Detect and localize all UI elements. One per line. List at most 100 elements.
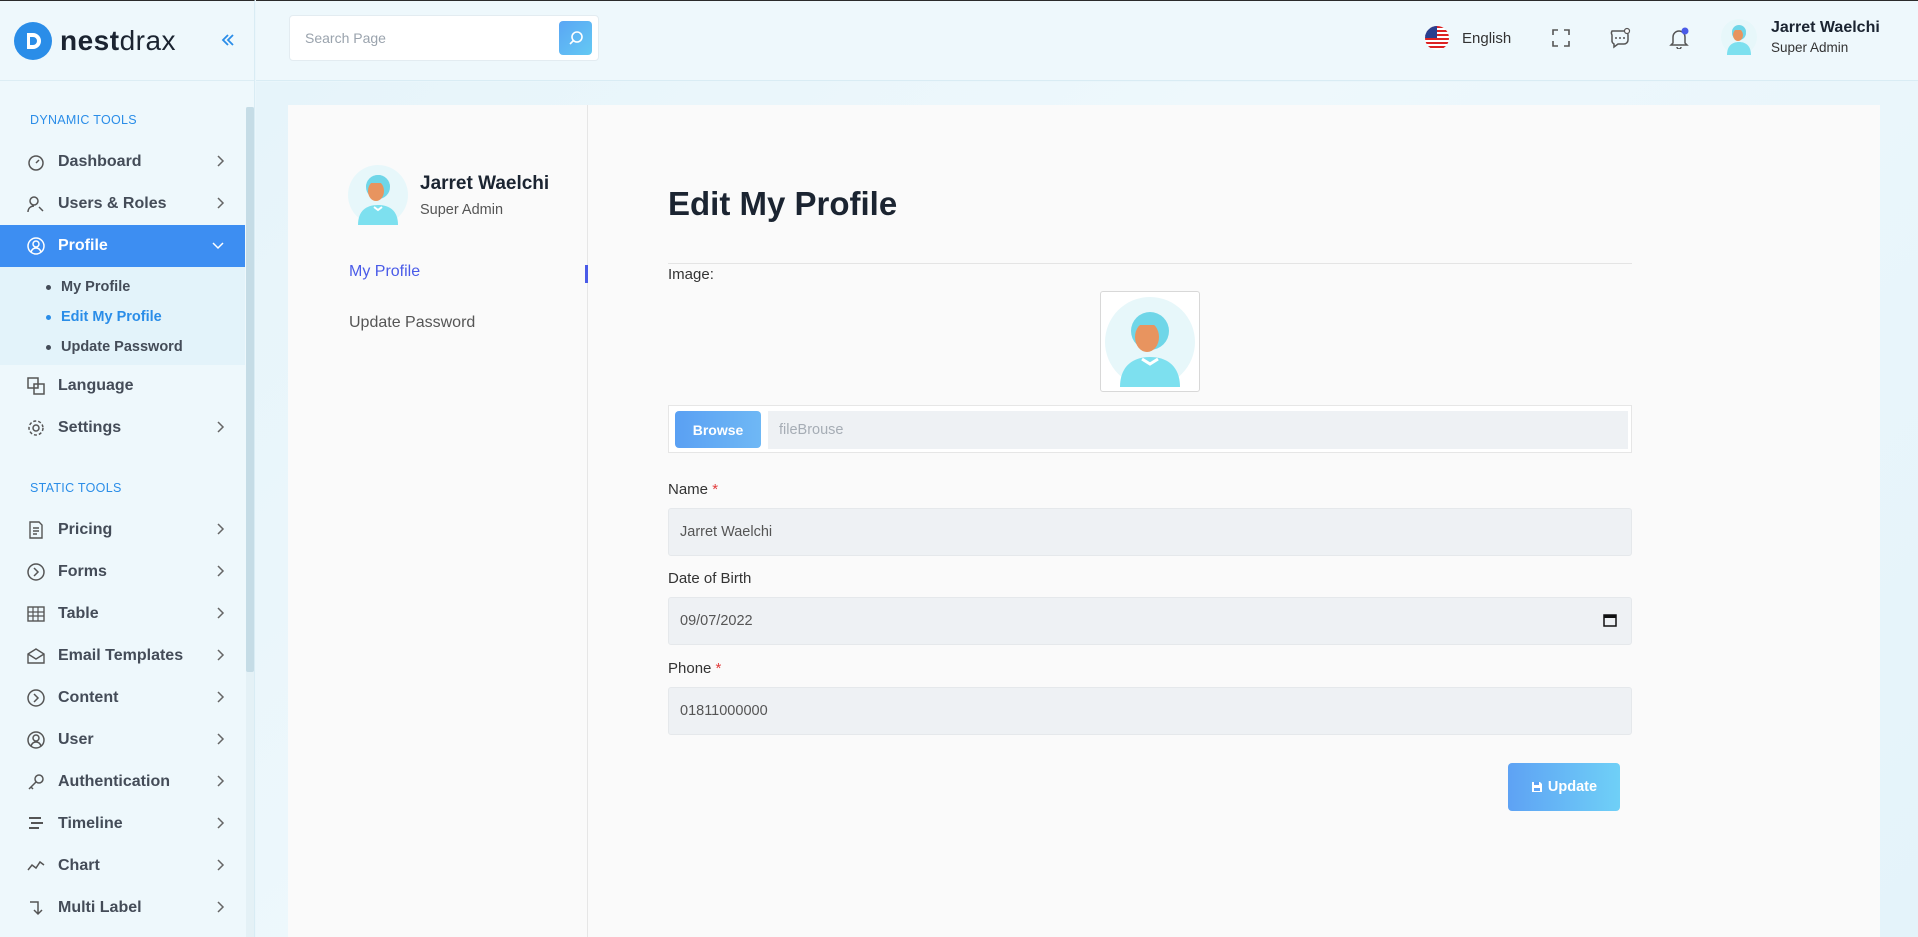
dob-label: Date of Birth [668, 570, 752, 587]
file-name-input[interactable] [768, 411, 1628, 449]
sidebar-item-forms[interactable]: Forms [0, 551, 245, 593]
dob-value: 09/07/2022 [680, 613, 753, 629]
sidebar-item-users-roles[interactable]: Users & Roles [0, 183, 245, 225]
save-icon [1531, 782, 1542, 792]
subitem-label: Update Password [61, 339, 183, 355]
profile-card: Jarret Waelchi Super Admin My Profile Up… [288, 105, 1880, 937]
sidebar-item-authentication[interactable]: Authentication [0, 761, 245, 803]
calendar-icon[interactable] [1603, 613, 1617, 631]
chevron-right-icon [215, 774, 225, 793]
key-icon [26, 772, 46, 792]
user-key-icon [26, 194, 46, 214]
header-user-name: Jarret Waelchi [1771, 19, 1880, 36]
sidebar-item-label: Email Templates [58, 647, 184, 664]
brand-name: nestdrax [60, 24, 177, 56]
circle-arrow-icon [26, 562, 46, 582]
sidebar-item-profile[interactable]: Profile [0, 225, 245, 267]
header-user-role: Super Admin [1771, 40, 1849, 55]
image-label: Image: [668, 266, 714, 283]
name-label: Name * [668, 481, 719, 498]
update-button-label: Update [1547, 779, 1598, 795]
file-upload: Browse [668, 405, 1632, 453]
chevron-down-icon [211, 238, 225, 257]
table-icon [26, 604, 46, 624]
chevron-right-icon [215, 816, 225, 835]
avatar [1721, 19, 1757, 55]
search-icon [568, 31, 583, 45]
arrow-down-right-icon [26, 898, 46, 918]
browse-button[interactable]: Browse [675, 411, 761, 448]
profile-submenu: My Profile Edit My Profile Update Passwo… [0, 267, 245, 365]
fullscreen-icon[interactable] [1549, 26, 1573, 50]
chat-icon[interactable] [1608, 26, 1632, 50]
dashboard-icon [26, 152, 46, 172]
sidebar-item-label: Table [58, 605, 99, 622]
avatar [348, 165, 408, 225]
sidebar-item-timeline[interactable]: Timeline [0, 803, 245, 845]
sidebar-subitem-edit-my-profile[interactable]: Edit My Profile [0, 302, 245, 332]
profile-side-pane: Jarret Waelchi Super Admin My Profile Up… [288, 105, 588, 937]
profile-name: Jarret Waelchi [420, 172, 550, 194]
brand[interactable]: nestdrax [0, 1, 254, 81]
bullet-icon [46, 284, 51, 290]
dob-field[interactable]: 09/07/2022 [668, 597, 1632, 645]
bullet-icon [46, 314, 51, 320]
subitem-label: Edit My Profile [61, 309, 162, 325]
sidebar-item-user[interactable]: User [0, 719, 245, 761]
chevron-right-icon [215, 522, 225, 541]
chevron-right-icon [215, 420, 225, 439]
sidebar-item-label: User [58, 731, 94, 748]
sidebar-item-multi-label[interactable]: Multi Label [0, 887, 245, 929]
profile-summary: Jarret Waelchi Super Admin [348, 165, 549, 225]
name-field[interactable]: Jarret Waelchi [668, 508, 1632, 556]
gear-icon [26, 418, 46, 438]
sidebar-item-label: Multi Label [58, 899, 142, 916]
sidebar-item-language[interactable]: Language [0, 365, 245, 407]
header-user-menu[interactable]: Jarret Waelchi Super Admin [1721, 19, 1880, 55]
sidebar-scrollbar-thumb[interactable] [246, 107, 254, 672]
subitem-label: My Profile [61, 279, 131, 295]
sidebar-item-chart[interactable]: Chart [0, 845, 245, 887]
update-button[interactable]: Update [1508, 763, 1620, 811]
profile-image-preview [1100, 291, 1200, 392]
top-header: English Jarret Waelchi Super Admin [256, 0, 1918, 81]
pane-link-update-password[interactable]: Update Password [349, 314, 475, 332]
sidebar-subitem-my-profile[interactable]: My Profile [0, 272, 245, 302]
language-label: English [1462, 29, 1512, 47]
chevron-right-icon [215, 900, 225, 919]
pricing-icon [26, 520, 46, 540]
sidebar-item-settings[interactable]: Settings [0, 407, 245, 449]
chevron-right-icon [215, 690, 225, 709]
sidebar-subitem-update-password[interactable]: Update Password [0, 332, 245, 362]
active-indicator [585, 265, 588, 283]
phone-label: Phone * [668, 660, 722, 677]
search-input[interactable] [290, 16, 550, 60]
pane-link-my-profile[interactable]: My Profile [349, 263, 420, 281]
chevron-right-icon [215, 606, 225, 625]
sidebar-item-label: Chart [58, 857, 100, 874]
chevron-right-icon [215, 858, 225, 877]
bullet-icon [46, 344, 51, 350]
sidebar-item-dashboard[interactable]: Dashboard [0, 141, 245, 183]
sidebar-item-pricing[interactable]: Pricing [0, 509, 245, 551]
sidebar-item-label: Dashboard [58, 153, 142, 170]
sidebar-collapse-icon[interactable] [220, 31, 236, 54]
envelope-icon [26, 646, 46, 666]
phone-field[interactable]: 01811000000 [668, 687, 1632, 735]
sidebar-item-label: Users & Roles [58, 195, 167, 212]
chart-line-icon [26, 856, 46, 876]
bell-icon[interactable] [1667, 26, 1691, 50]
sidebar-item-label: Language [58, 377, 134, 394]
profile-circle-icon [26, 236, 46, 256]
sidebar-item-email-templates[interactable]: Email Templates [0, 635, 245, 677]
sidebar-item-content[interactable]: Content [0, 677, 245, 719]
avatar [1105, 296, 1195, 387]
page-title: Edit My Profile [668, 185, 898, 222]
sidebar-item-label: Authentication [58, 773, 170, 790]
chevron-right-icon [215, 564, 225, 583]
section-dynamic-tools: DYNAMIC TOOLS [30, 113, 137, 127]
search-button[interactable] [559, 21, 592, 55]
sidebar-item-table[interactable]: Table [0, 593, 245, 635]
language-selector[interactable]: English [1424, 25, 1511, 51]
sidebar-item-label: Profile [58, 237, 108, 254]
